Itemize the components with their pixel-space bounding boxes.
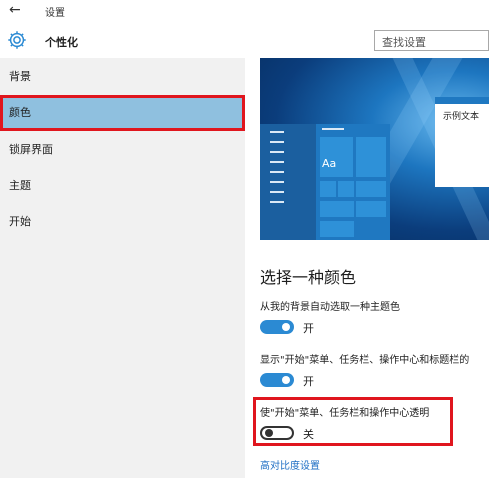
menu-line — [270, 181, 284, 183]
toggle-knob — [282, 376, 290, 384]
sidebar-item-themes[interactable]: 主题 — [0, 169, 245, 203]
color-preview: Aa 示例文本 — [260, 58, 489, 240]
menu-line — [322, 128, 344, 130]
sidebar-item-background[interactable]: 背景 — [0, 60, 245, 94]
menu-line — [270, 191, 284, 193]
section-heading: 选择一种颜色 — [260, 268, 357, 287]
preview-start-menu — [260, 124, 316, 240]
preview-tile — [356, 201, 386, 217]
window-title-strip — [435, 97, 489, 104]
highlight-box-transparency — [253, 397, 453, 446]
preview-sample-window: 示例文本 — [435, 97, 489, 187]
menu-line — [270, 141, 284, 143]
option-label-show-color: 显示"开始"菜单、任务栏、操作中心和标题栏的 — [260, 355, 470, 366]
preview-tile — [356, 181, 386, 197]
menu-line — [270, 161, 284, 163]
toggle-show-color[interactable] — [260, 373, 294, 387]
highlight-box-colors — [0, 95, 245, 131]
window-title: 设置 — [45, 8, 65, 19]
sample-text: 示例文本 — [443, 112, 480, 122]
menu-line — [270, 201, 284, 203]
sidebar-item-lock-screen[interactable]: 锁屏界面 — [0, 133, 245, 167]
gear-icon — [8, 31, 26, 49]
sidebar-item-start[interactable]: 开始 — [0, 205, 245, 239]
preview-tile — [320, 201, 354, 217]
preview-tile-aa: Aa — [320, 137, 353, 177]
back-arrow-icon[interactable]: ← — [9, 1, 25, 19]
preview-tiles: Aa — [316, 124, 390, 240]
toggle-knob — [282, 323, 290, 331]
search-input[interactable]: 查找设置 — [374, 30, 489, 51]
menu-line — [270, 131, 284, 133]
toggle-auto-accent[interactable] — [260, 320, 294, 334]
preview-tile — [356, 137, 386, 177]
menu-line — [270, 151, 284, 153]
menu-line — [270, 171, 284, 173]
option-label-auto-accent: 从我的背景自动选取一种主题色 — [260, 302, 400, 313]
title-bar: ← 设置 — [0, 0, 489, 22]
page-header: 个性化 查找设置 — [0, 22, 489, 58]
preview-tile — [320, 181, 336, 197]
preview-tile — [320, 221, 354, 237]
toggle-state-label: 开 — [303, 322, 314, 335]
high-contrast-link[interactable]: 高对比度设置 — [260, 457, 320, 472]
toggle-state-label: 开 — [303, 375, 314, 388]
page-title: 个性化 — [45, 36, 78, 49]
preview-tile — [338, 181, 354, 197]
